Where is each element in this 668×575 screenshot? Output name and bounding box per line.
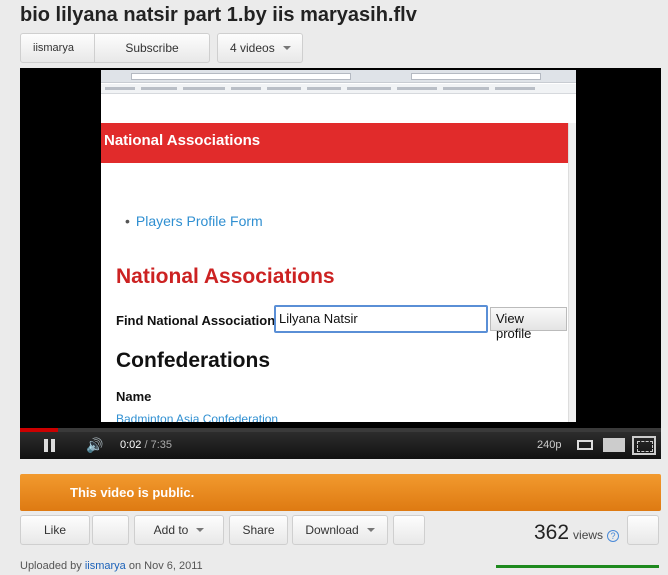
volume-icon[interactable]: 🔊 <box>86 438 103 452</box>
watch-page: bio lilyana natsir part 1.by iis maryasi… <box>0 0 668 575</box>
channel-videos-dropdown[interactable]: 4 videos <box>217 33 303 63</box>
quality-button[interactable]: 240p <box>537 439 561 451</box>
bullet-icon: • <box>125 213 130 229</box>
uploader-link[interactable]: iismarya <box>85 560 126 572</box>
upload-on-label: on <box>128 560 142 572</box>
help-icon[interactable]: ? <box>607 530 620 542</box>
duration: 7:35 <box>150 439 173 451</box>
videos-count-label: 4 videos <box>230 41 275 55</box>
players-profile-link: Players Profile Form <box>135 213 263 229</box>
upload-info: Uploaded by iismarya on Nov 6, 2011 <box>20 560 203 572</box>
player-controls: 🔊 0:02 / 7:35 240p <box>20 432 661 459</box>
video-player[interactable]: National Associations • Players Profile F… <box>20 68 661 459</box>
privacy-notice: This video is public. <box>20 474 661 511</box>
recorded-asia-link: Badminton Asia Confederation <box>116 412 279 422</box>
dislike-button[interactable] <box>92 515 129 545</box>
recorded-search-bar <box>411 73 541 80</box>
recorded-bookmarks-bar <box>101 84 576 94</box>
chevron-down-icon <box>196 528 205 532</box>
recorded-page-banner: National Associations <box>101 123 568 163</box>
fullscreen-icon[interactable] <box>632 436 656 455</box>
chevron-down-icon <box>282 46 291 50</box>
recorded-scrollbar <box>568 123 576 422</box>
subscribe-button[interactable]: Subscribe <box>95 41 209 55</box>
recorded-name-label: Name <box>116 389 152 404</box>
recorded-heading-confederations: Confederations <box>116 349 271 372</box>
small-player-icon[interactable] <box>577 440 593 450</box>
recorded-view-profile-button: View profile <box>490 307 567 341</box>
views-number: 362 <box>534 521 570 544</box>
current-time: 0:02 <box>120 439 142 451</box>
uploaded-by-prefix: Uploaded by <box>20 560 82 572</box>
video-title: bio lilyana natsir part 1.by iis maryasi… <box>20 4 417 26</box>
likes-ratio-bar <box>496 565 659 568</box>
upload-date: Nov 6, 2011 <box>144 560 203 572</box>
recorded-bullet-item: • Players Profile Form <box>125 213 263 229</box>
download-label: Download <box>305 523 359 537</box>
recorded-heading-associations: National Associations <box>116 265 335 288</box>
views-label: views <box>573 528 604 542</box>
download-button[interactable]: Download <box>292 515 388 545</box>
stats-button[interactable] <box>627 515 659 545</box>
pause-icon[interactable] <box>44 439 56 452</box>
recorded-browser-toolbar <box>101 70 576 83</box>
time-display: 0:02 / 7:35 <box>120 439 172 451</box>
recorded-find-label: Find National Association: <box>116 313 280 328</box>
add-to-button[interactable]: Add to <box>134 515 224 545</box>
video-frame[interactable]: National Associations • Players Profile F… <box>101 70 576 422</box>
add-to-label: Add to <box>153 523 189 537</box>
channel-name-button[interactable]: iismarya <box>21 34 95 62</box>
large-player-icon[interactable] <box>603 438 625 452</box>
flag-button[interactable] <box>393 515 425 545</box>
like-button[interactable]: Like <box>20 515 90 545</box>
recorded-address-bar <box>131 73 351 80</box>
share-button[interactable]: Share <box>229 515 288 545</box>
channel-subscribe-group: iismarya Subscribe <box>20 33 210 63</box>
chevron-down-icon <box>366 528 375 532</box>
time-separator: / <box>141 439 151 451</box>
recorded-find-input: Lilyana Natsir <box>274 305 488 333</box>
view-count: 362 views ? <box>534 521 620 545</box>
